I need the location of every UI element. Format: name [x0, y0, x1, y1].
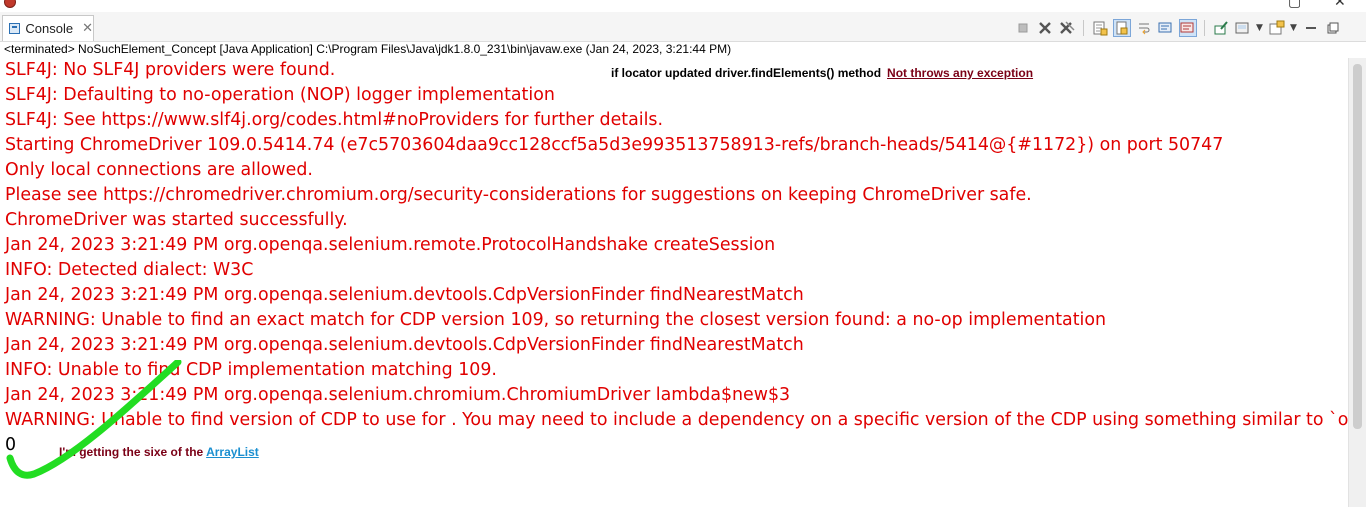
- tab-console-label: Console: [25, 21, 74, 36]
- open-console-icon[interactable]: [1268, 19, 1286, 37]
- title-strip: ▢ ✕: [0, 0, 1366, 12]
- terminate-icon[interactable]: [1014, 19, 1032, 37]
- console-line: Jan 24, 2023 3:21:49 PM org.openqa.selen…: [5, 335, 804, 355]
- chevron-down-icon[interactable]: ▼: [1256, 23, 1264, 33]
- maximize-icon[interactable]: [1324, 19, 1342, 37]
- show-on-stdout-icon[interactable]: [1157, 19, 1175, 37]
- tab-console[interactable]: Console ✕: [2, 15, 94, 41]
- toolbar-separator: [1204, 20, 1205, 36]
- annotation-top: if locator updated driver.findElements()…: [611, 66, 1033, 80]
- remove-launch-icon[interactable]: [1036, 19, 1054, 37]
- console-line: Jan 24, 2023 3:21:49 PM org.openqa.selen…: [5, 235, 776, 255]
- word-wrap-icon[interactable]: [1135, 19, 1153, 37]
- console-scrollbar[interactable]: [1348, 58, 1366, 507]
- console-line: SLF4J: No SLF4J providers were found.: [5, 60, 336, 80]
- console-line: WARNING: Unable to find an exact match f…: [5, 310, 1107, 330]
- console-line: Jan 24, 2023 3:21:49 PM org.openqa.selen…: [5, 285, 804, 305]
- console-icon: [9, 23, 21, 34]
- console-line: ChromeDriver was started successfully.: [5, 210, 348, 230]
- console-line: Please see https://chromedriver.chromium…: [5, 185, 1032, 205]
- show-on-stderr-icon[interactable]: [1179, 19, 1197, 37]
- chevron-down-icon[interactable]: ▼: [1290, 23, 1298, 33]
- console-line: SLF4J: See https://www.slf4j.org/codes.h…: [5, 110, 664, 130]
- eclipse-app-icon: [4, 0, 16, 8]
- console-line: Starting ChromeDriver 109.0.5414.74 (e7c…: [5, 135, 1224, 155]
- annotation-top-link[interactable]: Not throws any exception: [887, 66, 1033, 80]
- pin-console-icon[interactable]: [1212, 19, 1230, 37]
- restore-window-icon[interactable]: ▢: [1288, 0, 1301, 10]
- console-line: Only local connections are allowed.: [5, 160, 313, 180]
- check-mark-icon: [6, 360, 182, 479]
- launch-status-line: <terminated> NoSuchElement_Concept [Java…: [4, 42, 732, 56]
- annotation-bottom-link[interactable]: ArrayList: [206, 445, 259, 459]
- console-line: INFO: Detected dialect: W3C: [5, 260, 254, 280]
- close-window-icon[interactable]: ✕: [1334, 0, 1346, 10]
- close-tab-icon[interactable]: ✕: [82, 22, 93, 35]
- display-selected-console-icon[interactable]: [1234, 19, 1252, 37]
- console-line: WARNING: Unable to find version of CDP t…: [5, 410, 1348, 430]
- annotation-top-text: if locator updated driver.findElements()…: [611, 66, 882, 80]
- remove-all-terminated-icon[interactable]: [1058, 19, 1076, 37]
- clear-console-icon[interactable]: [1091, 19, 1109, 37]
- console-output[interactable]: SLF4J: No SLF4J providers were found. SL…: [0, 58, 1348, 507]
- console-toolbar: ▼ ▼: [1014, 17, 1342, 39]
- minimize-icon[interactable]: [1302, 19, 1320, 37]
- console-line: SLF4J: Defaulting to no-operation (NOP) …: [5, 85, 555, 105]
- toolbar-separator: [1083, 20, 1084, 36]
- scroll-lock-icon[interactable]: [1113, 19, 1131, 37]
- scrollbar-thumb[interactable]: [1353, 64, 1362, 429]
